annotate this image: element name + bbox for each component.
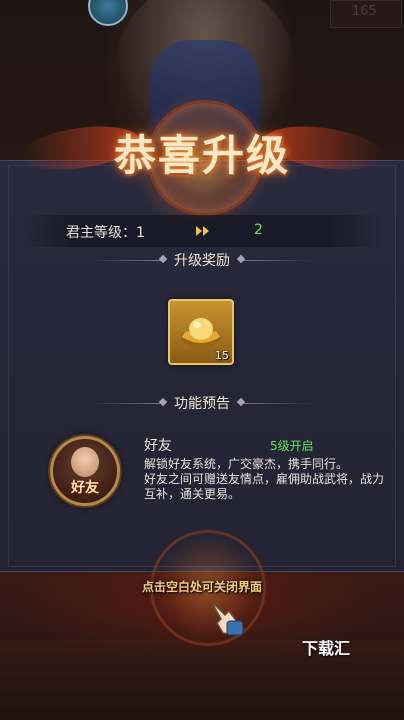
divider-line xyxy=(242,260,314,261)
top-resource-number: 165 xyxy=(352,4,377,19)
feature-desc-line: 好友之间可赠送友情点，雇佣助战武将，战力互补，通关更易。 xyxy=(144,472,385,501)
feature-badge-label: 好友 xyxy=(71,480,99,496)
arrow-right-icon xyxy=(196,226,209,236)
level-next: 2 xyxy=(254,222,263,238)
feature-description: 解锁好友系统，广交豪杰，携手同行。 好友之间可赠送友情点，雇佣助战武将，战力互补… xyxy=(144,457,392,502)
friend-avatar xyxy=(71,447,99,477)
level-current: 君主等级：1 xyxy=(66,225,145,241)
section-preview-header: 功能预告 xyxy=(0,393,404,413)
divider-line xyxy=(242,403,314,404)
item-count: 15 xyxy=(215,349,229,362)
section-preview-label: 功能预告 xyxy=(174,396,230,412)
pointing-hand-icon xyxy=(210,600,244,636)
feature-name: 好友 xyxy=(144,438,172,454)
watermark: 下载汇 xyxy=(302,639,351,658)
reward-item-slot[interactable]: 15 xyxy=(168,299,234,365)
feature-desc-line: 解锁好友系统，广交豪杰，携手同行。 xyxy=(144,457,349,471)
feature-friends-badge[interactable]: 好友 xyxy=(50,436,120,506)
feature-unlock-level: 5级开启 xyxy=(270,439,314,453)
section-reward-header: 升级奖励 xyxy=(0,250,404,270)
levelup-title: 恭喜升级 xyxy=(113,131,290,180)
gold-ingot-icon xyxy=(181,318,221,347)
section-reward-label: 升级奖励 xyxy=(174,253,230,269)
close-hint[interactable]: 点击空白处可关闭界面 xyxy=(0,578,404,595)
